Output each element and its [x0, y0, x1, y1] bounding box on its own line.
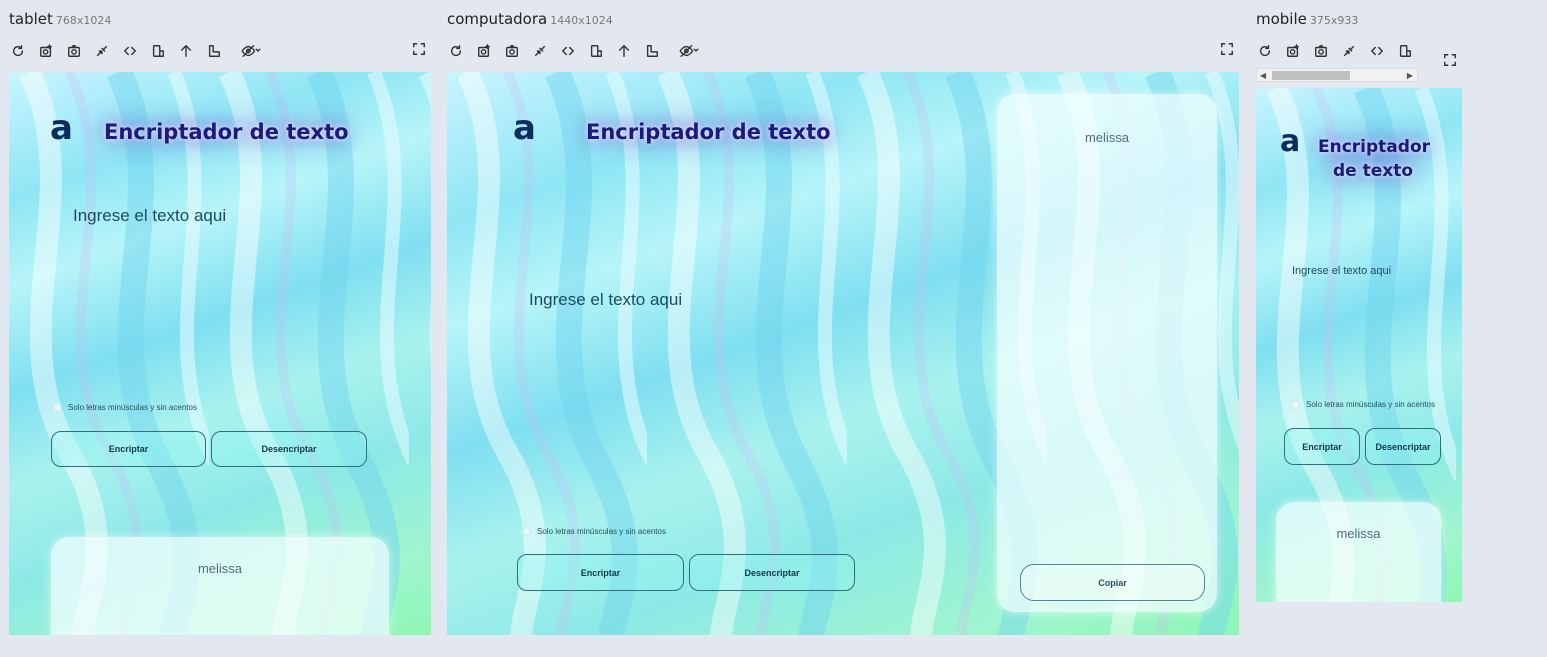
scroll-left-icon[interactable]: ◀: [1260, 71, 1266, 80]
encrypt-button[interactable]: Encriptar: [1284, 428, 1360, 465]
hide-eye-icon[interactable]: [237, 42, 265, 60]
info-icon: [522, 527, 531, 536]
hint-text: Solo letras minúsculas y sin acentos: [68, 403, 197, 412]
rotate-device-icon[interactable]: [587, 42, 605, 60]
device-name: computadora: [447, 10, 548, 28]
text-input[interactable]: Ingrese el texto aqui: [1292, 265, 1391, 277]
decrypt-button[interactable]: Desencriptar: [1365, 428, 1441, 465]
info-icon: [53, 403, 62, 412]
rotate-device-icon[interactable]: [149, 42, 167, 60]
output-panel: melissa: [51, 537, 389, 635]
camera-icon[interactable]: [65, 42, 83, 60]
device-dimensions: 375x933: [1309, 14, 1359, 27]
arrow-up-icon[interactable]: [177, 42, 195, 60]
ruler-icon[interactable]: [643, 42, 661, 60]
copy-button[interactable]: Copiar: [1020, 564, 1205, 601]
output-text: melissa: [1336, 526, 1381, 541]
connect-icon[interactable]: [1340, 42, 1358, 60]
fullscreen-icon[interactable]: [412, 42, 428, 58]
page-title: Encriptador de texto: [1318, 137, 1431, 181]
device-label: computadora 1440x1024: [447, 10, 613, 28]
camera-icon[interactable]: [1312, 42, 1330, 60]
device-name: tablet: [9, 10, 53, 28]
hide-eye-icon[interactable]: [675, 42, 703, 60]
text-input[interactable]: Ingrese el texto aqui: [529, 290, 682, 310]
hint: Solo letras minúsculas y sin acentos: [53, 403, 197, 412]
connect-icon[interactable]: [93, 42, 111, 60]
decrypt-button[interactable]: Desencriptar: [211, 431, 367, 467]
arrow-up-icon[interactable]: [615, 42, 633, 60]
info-icon: [1291, 400, 1300, 409]
page-title: Encriptador de texto: [104, 120, 349, 144]
desktop-frame: a Encriptador de texto Ingrese el texto …: [447, 72, 1239, 635]
fullscreen-icon[interactable]: [1443, 53, 1459, 69]
scrollbar-thumb[interactable]: [1272, 71, 1350, 80]
device-name: mobile: [1256, 10, 1307, 28]
hint: Solo letras minúsculas y sin acentos: [522, 527, 666, 536]
output-panel: melissa: [1276, 502, 1441, 602]
code-icon[interactable]: [121, 42, 139, 60]
output-panel: melissa Copiar: [997, 94, 1217, 612]
hint: Solo letras minúsculas y sin acentos: [1291, 400, 1435, 409]
device-toolbar: [447, 42, 713, 60]
device-label: mobile 375x933: [1256, 10, 1358, 28]
logo[interactable]: a: [1280, 124, 1300, 159]
output-text: melissa: [1084, 130, 1130, 145]
logo[interactable]: a: [50, 108, 73, 148]
device-toolbar: [9, 42, 275, 60]
rotate-device-icon[interactable]: [1396, 42, 1414, 60]
encrypt-button[interactable]: Encriptar: [51, 431, 206, 467]
camera-icon[interactable]: [503, 42, 521, 60]
encrypt-button[interactable]: Encriptar: [517, 554, 684, 591]
output-text: melissa: [197, 561, 243, 576]
refresh-icon[interactable]: [9, 42, 27, 60]
text-input[interactable]: Ingrese el texto aqui: [73, 206, 226, 226]
device-dimensions: 1440x1024: [550, 14, 613, 27]
screenshot-settings-icon[interactable]: [1284, 42, 1302, 60]
screenshot-settings-icon[interactable]: [37, 42, 55, 60]
decrypt-button[interactable]: Desencriptar: [689, 554, 855, 591]
refresh-icon[interactable]: [447, 42, 465, 60]
fullscreen-icon[interactable]: [1220, 42, 1236, 58]
device-label: tablet 768x1024: [9, 10, 111, 28]
hint-text: Solo letras minúsculas y sin acentos: [1306, 400, 1435, 409]
tablet-frame: a Encriptador de texto Ingrese el texto …: [9, 72, 431, 635]
page-title: Encriptador de texto: [586, 120, 831, 144]
connect-icon[interactable]: [531, 42, 549, 60]
device-toolbar: [1256, 42, 1424, 60]
device-dimensions: 768x1024: [55, 14, 112, 27]
ruler-icon[interactable]: [205, 42, 223, 60]
refresh-icon[interactable]: [1256, 42, 1274, 60]
mobile-frame: a Encriptador de texto Ingrese el texto …: [1256, 88, 1462, 602]
hint-text: Solo letras minúsculas y sin acentos: [537, 527, 666, 536]
screenshot-settings-icon[interactable]: [475, 42, 493, 60]
scroll-right-icon[interactable]: ▶: [1407, 71, 1413, 80]
code-icon[interactable]: [1368, 42, 1386, 60]
horizontal-scrollbar[interactable]: ◀ ▶: [1256, 68, 1418, 82]
logo[interactable]: a: [513, 108, 536, 148]
code-icon[interactable]: [559, 42, 577, 60]
